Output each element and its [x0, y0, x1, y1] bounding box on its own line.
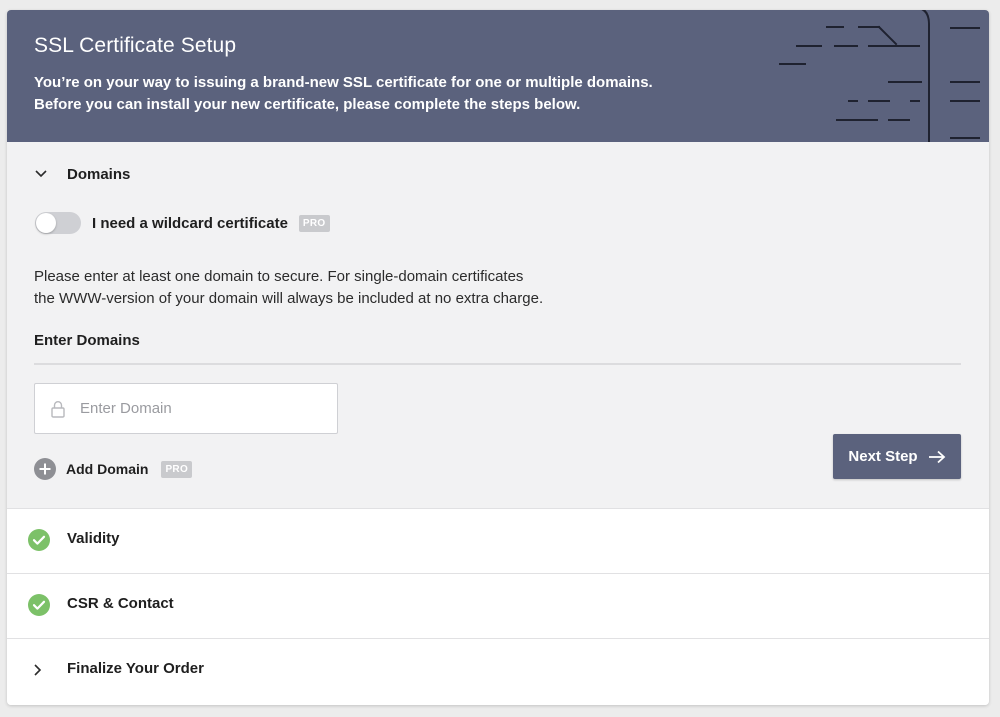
domain-field[interactable] — [34, 383, 338, 434]
divider — [34, 363, 961, 365]
next-step-label: Next Step — [848, 448, 918, 465]
plus-circle-icon — [34, 458, 56, 480]
section-finalize-order[interactable]: Finalize Your Order — [7, 638, 989, 705]
header-description-line-1: You’re on your way to issuing a brand-ne… — [34, 74, 653, 91]
chevron-right-icon — [34, 663, 42, 681]
wildcard-row: I need a wildcard certificate PRO — [35, 211, 330, 235]
wildcard-toggle[interactable] — [35, 212, 81, 234]
domains-section: Domains I need a wildcard certificate PR… — [7, 142, 989, 508]
info-line-2: the WWW-version of your domain will alwa… — [34, 290, 544, 307]
csr-contact-title: CSR & Contact — [67, 595, 174, 612]
chevron-down-icon — [34, 167, 48, 181]
toggle-knob — [36, 213, 56, 233]
check-circle-icon — [28, 529, 50, 551]
validity-title: Validity — [67, 530, 120, 547]
wildcard-label: I need a wildcard certificate — [92, 214, 288, 232]
next-step-button[interactable]: Next Step — [833, 434, 961, 479]
add-domain-button[interactable]: Add Domain PRO — [34, 457, 193, 481]
page-title: SSL Certificate Setup — [34, 34, 237, 57]
enter-domains-label: Enter Domains — [34, 332, 140, 349]
domain-input[interactable] — [80, 400, 320, 417]
pro-badge: PRO — [298, 214, 330, 232]
header-description-line-2: Before you can install your new certific… — [34, 96, 581, 113]
check-circle-icon — [28, 594, 50, 616]
add-domain-label: Add Domain — [66, 461, 149, 477]
pro-badge: PRO — [161, 460, 193, 478]
lock-icon — [51, 400, 67, 418]
section-csr-contact[interactable]: CSR & Contact — [7, 573, 989, 638]
header-description: You’re on your way to issuing a brand-ne… — [34, 72, 754, 116]
finalize-order-title: Finalize Your Order — [67, 660, 204, 677]
setup-header: SSL Certificate Setup You’re on your way… — [7, 10, 989, 142]
domain-info-text: Please enter at least one domain to secu… — [34, 266, 654, 310]
domains-toggle[interactable]: Domains — [34, 162, 130, 186]
ssl-setup-card: SSL Certificate Setup You’re on your way… — [7, 10, 989, 705]
info-line-1: Please enter at least one domain to secu… — [34, 268, 524, 285]
section-validity[interactable]: Validity — [7, 508, 989, 573]
arrow-right-icon — [928, 450, 946, 464]
domains-title: Domains — [67, 165, 131, 183]
header-decoration — [779, 10, 980, 142]
